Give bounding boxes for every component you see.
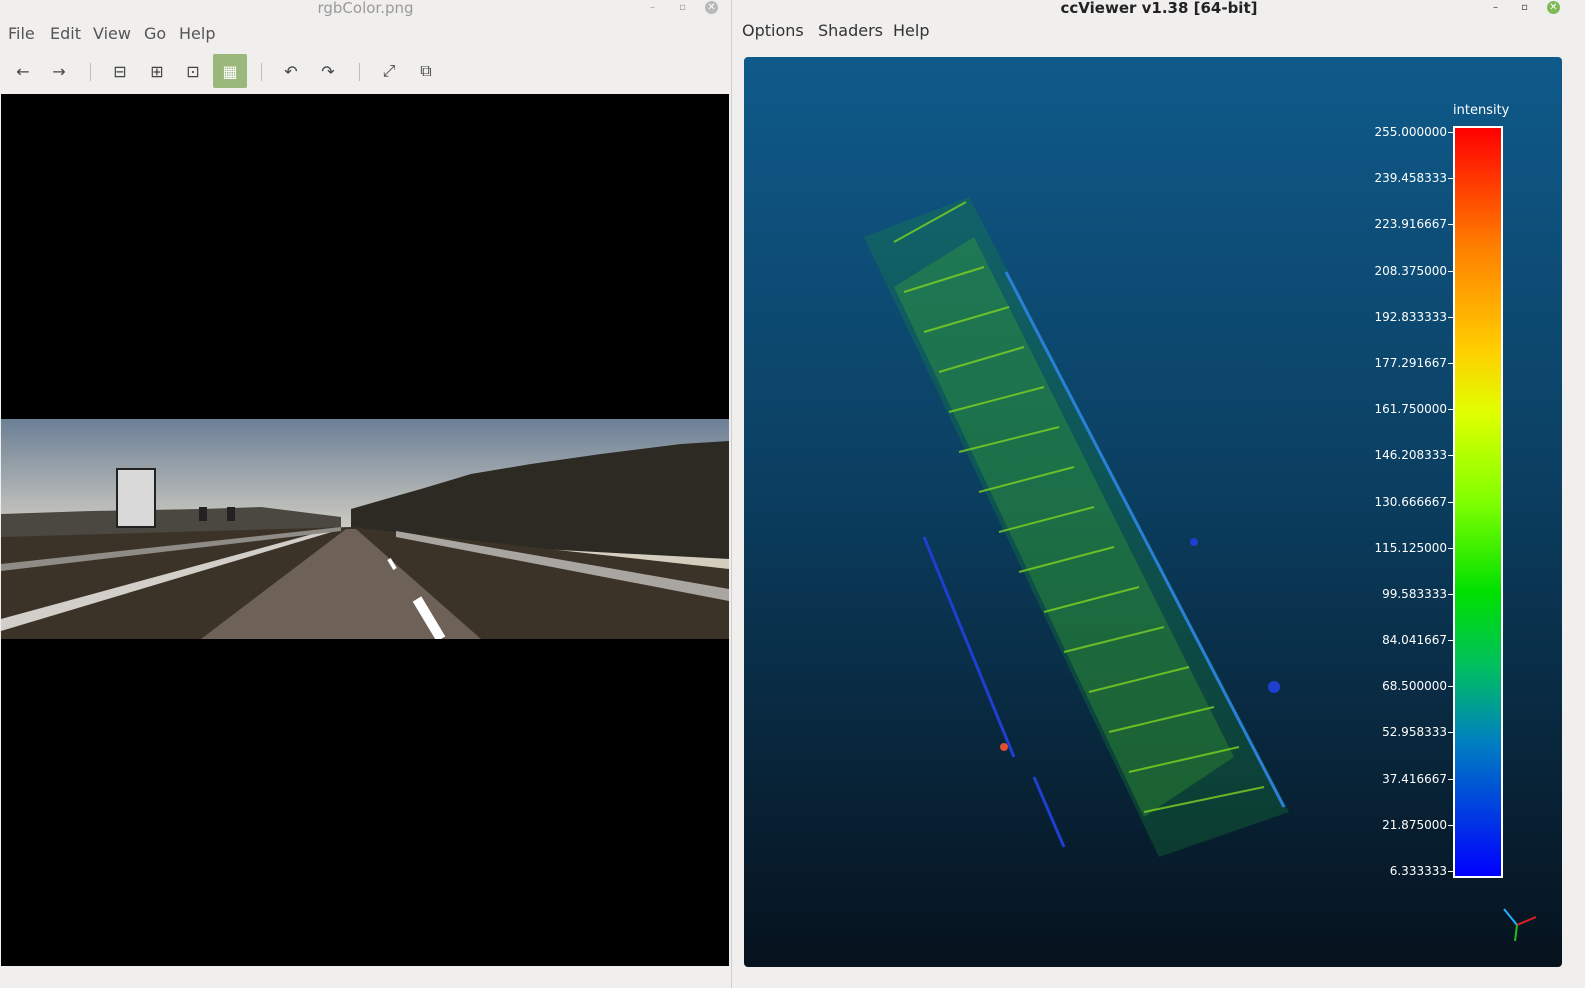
scalebar-label: 21.875000	[1382, 817, 1447, 832]
toolbar: ← → ⊟ ⊞ ⊡ ▦ ↶ ↷ ⤢ ⧉	[0, 54, 731, 92]
menu-go[interactable]: Go	[144, 22, 166, 46]
axis-gizmo	[1503, 908, 1537, 942]
toolbar-separator	[90, 63, 91, 81]
scalebar-label: 99.583333	[1382, 586, 1447, 601]
maximize-icon[interactable]: ▫	[1518, 1, 1531, 14]
scalebar-label: 192.833333	[1374, 309, 1447, 324]
minimize-icon[interactable]: –	[1489, 1, 1502, 14]
intensity-scalebar	[1453, 126, 1503, 878]
menu-help[interactable]: Help	[893, 19, 929, 43]
scalebar-label: 146.208333	[1374, 448, 1447, 463]
rotate-right-icon[interactable]: ↷	[311, 54, 345, 88]
scalebar-tick	[1448, 871, 1454, 872]
zoom-out-icon[interactable]: ⊟	[103, 54, 137, 88]
scalebar-label: 115.125000	[1374, 540, 1447, 555]
toolbar-separator	[359, 63, 360, 81]
menu-file[interactable]: File	[8, 22, 35, 46]
fullscreen-icon[interactable]: ⤢	[372, 54, 406, 88]
scalebar-label: 223.916667	[1374, 217, 1447, 232]
scalebar-tick	[1448, 778, 1454, 780]
zoom-normal-icon[interactable]: ⊡	[176, 54, 210, 88]
scalebar-label: 52.958333	[1382, 725, 1447, 740]
scalebar-label: 239.458333	[1374, 171, 1447, 186]
rotate-left-icon[interactable]: ↶	[274, 54, 308, 88]
scalebar-label: 161.750000	[1374, 402, 1447, 417]
scalebar-label: 130.666667	[1374, 494, 1447, 509]
toolbar-separator	[261, 63, 262, 81]
menu-options[interactable]: Options	[742, 19, 804, 43]
scalebar-label: 208.375000	[1374, 263, 1447, 278]
scalebar-tick	[1448, 270, 1454, 272]
menu-shaders[interactable]: Shaders	[818, 19, 883, 43]
scalebar-tick	[1448, 178, 1454, 180]
close-icon[interactable]: ✕	[1547, 1, 1560, 14]
scalebar-tick	[1448, 455, 1454, 457]
scalebar-label: 177.291667	[1374, 355, 1447, 370]
window-title: rgbColor.png	[317, 0, 414, 17]
arrow-right-icon[interactable]: →	[42, 54, 76, 88]
image-viewport[interactable]	[1, 94, 729, 966]
scalebar-tick	[1448, 224, 1454, 226]
scalebar-tick	[1448, 501, 1454, 503]
minimize-icon[interactable]: –	[646, 1, 659, 14]
road-point-cloud	[864, 197, 1289, 857]
window-title: ccViewer v1.38 [64-bit]	[1060, 0, 1258, 17]
close-icon[interactable]: ✕	[705, 1, 718, 14]
scalebar-tick	[1448, 409, 1454, 411]
slideshow-icon[interactable]: ⧉	[409, 54, 443, 88]
scalebar-tick	[1448, 686, 1454, 688]
scalebar-tick	[1448, 824, 1454, 826]
scalebar-label: 6.333333	[1389, 864, 1447, 878]
scalebar-tick	[1448, 316, 1454, 318]
road-photo	[1, 419, 729, 639]
maximize-icon[interactable]: ▫	[676, 1, 689, 14]
zoom-fit-icon[interactable]: ▦	[213, 54, 247, 88]
menu-bar: File Edit View Go Help	[0, 22, 731, 46]
scalebar-tick	[1448, 732, 1454, 734]
arrow-left-icon[interactable]: ←	[6, 54, 40, 88]
image-viewer-window: rgbColor.png – ▫ ✕ File Edit View Go Hel…	[0, 0, 731, 988]
scalebar-tick	[1448, 362, 1454, 364]
scalebar-label: 37.416667	[1382, 771, 1447, 786]
menu-help[interactable]: Help	[179, 22, 215, 46]
scalebar-tick	[1448, 547, 1454, 549]
menu-edit[interactable]: Edit	[50, 22, 81, 46]
menu-bar: Options Shaders Help	[732, 19, 1585, 43]
scalebar-label: 255.000000	[1374, 125, 1447, 139]
menu-view[interactable]: View	[93, 22, 131, 46]
scalebar-tick	[1448, 593, 1454, 595]
scalebar-tick	[1448, 640, 1454, 642]
zoom-in-icon[interactable]: ⊞	[140, 54, 174, 88]
scalebar-label: 68.500000	[1382, 679, 1447, 694]
scalebar-label: 84.041667	[1382, 633, 1447, 648]
scalebar-tick	[1448, 132, 1454, 133]
scalebar-title: intensity	[1453, 103, 1510, 118]
